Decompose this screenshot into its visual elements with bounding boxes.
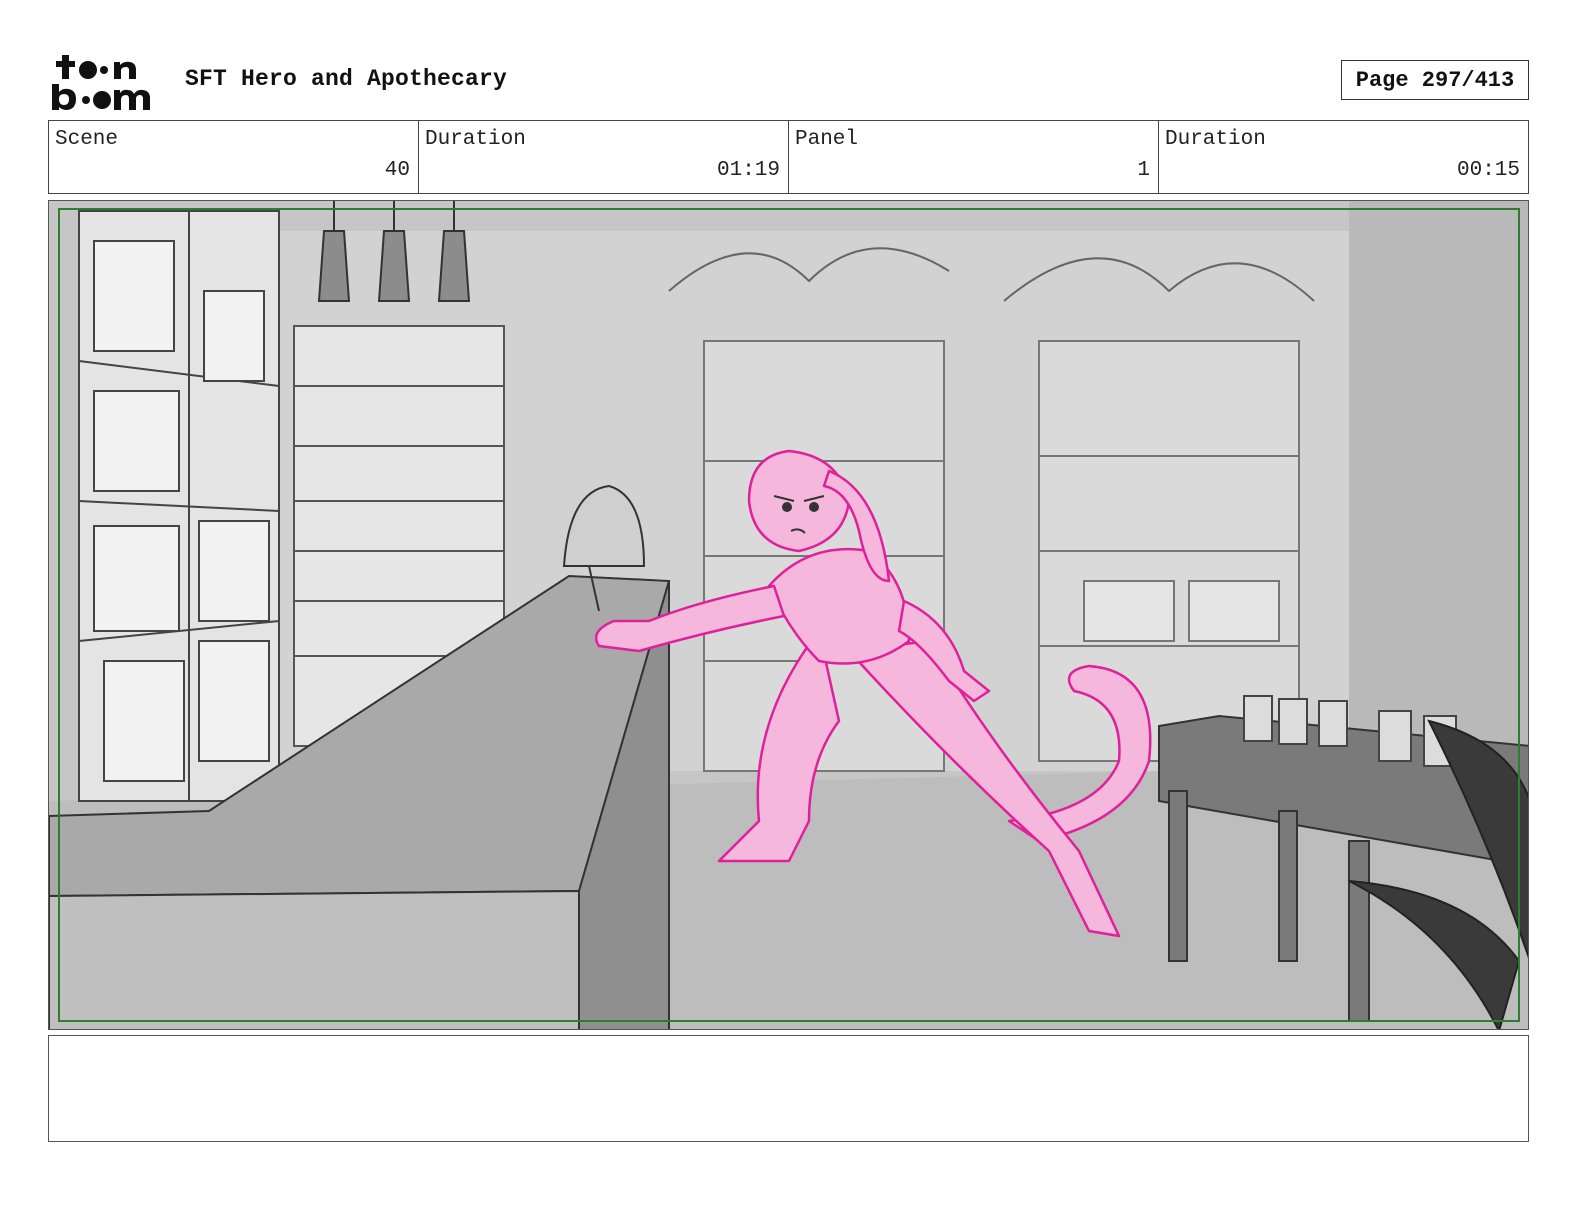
scene-value: 40 (384, 159, 410, 182)
scene-duration-value: 01:19 (716, 159, 780, 182)
panel-cell: Panel 1 (789, 121, 1159, 193)
panel-duration-value: 00:15 (1456, 159, 1520, 182)
page-counter: Page 297/413 (1341, 60, 1529, 100)
left-bookcase (78, 210, 280, 802)
scene-cell: Scene 40 (49, 121, 419, 193)
panel-value: 1 (1137, 159, 1150, 182)
panel-notes-box (48, 1035, 1529, 1142)
storyboard-panel-image (48, 200, 1529, 1030)
scene-duration-cell: Duration 01:19 (419, 121, 789, 193)
scene-label: Scene (55, 128, 119, 151)
apothecary-scene-drawing (49, 201, 1528, 1029)
scene-duration-label: Duration (425, 128, 526, 151)
project-title: SFT Hero and Apothecary (185, 66, 508, 92)
panel-duration-cell: Duration 00:15 (1159, 121, 1528, 193)
panel-info-row: Scene 40 Duration 01:19 Panel 1 Duration… (48, 120, 1529, 194)
toonboom-logo-mark (52, 55, 150, 110)
toonboom-logo (50, 52, 164, 112)
panel-duration-label: Duration (1165, 128, 1266, 151)
panel-label: Panel (795, 128, 859, 151)
